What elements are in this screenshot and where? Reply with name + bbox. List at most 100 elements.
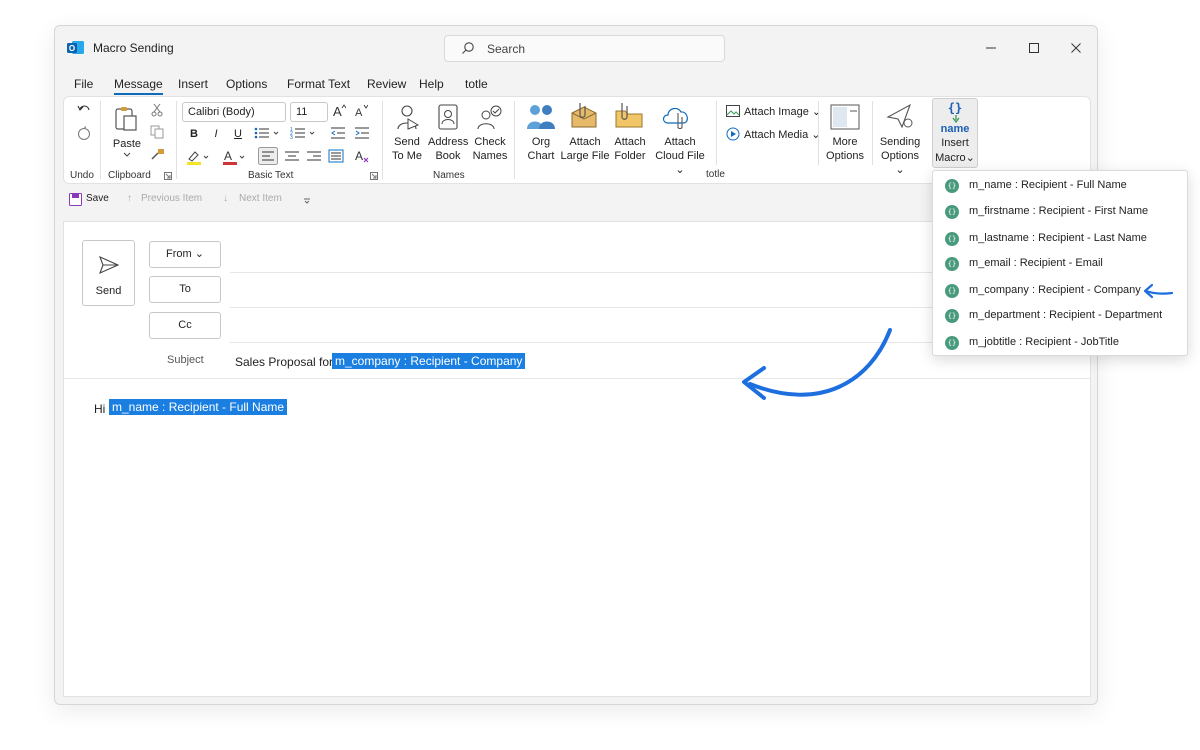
send-to-me-icon[interactable] — [394, 103, 420, 131]
macro-menu-item-label: m_jobtitle : Recipient - JobTitle — [969, 336, 1119, 348]
align-center-icon[interactable] — [284, 148, 300, 164]
more-options-button[interactable]: More Options — [824, 135, 866, 163]
macro-badge-icon: {} — [945, 257, 959, 271]
org-chart-icon[interactable] — [526, 101, 556, 131]
menu-options[interactable]: Options — [226, 77, 267, 91]
body-macro-token[interactable]: m_name : Recipient - Full Name — [109, 399, 288, 415]
align-right-icon[interactable] — [306, 148, 322, 164]
media-icon[interactable] — [726, 127, 740, 141]
cut-icon[interactable] — [150, 103, 164, 117]
address-book-icon[interactable] — [436, 103, 460, 131]
send-button[interactable]: Send — [82, 240, 135, 306]
attach-image-button[interactable]: Attach Image ⌄ — [744, 105, 821, 119]
menu-file[interactable]: File — [74, 77, 93, 91]
numbering-icon[interactable]: 123 — [290, 126, 318, 140]
attach-large-file-icon[interactable] — [568, 101, 600, 131]
menu-help[interactable]: Help — [419, 77, 444, 91]
address-book-button[interactable]: Address Book — [428, 135, 468, 163]
attach-media-label: Attach Media — [744, 129, 809, 141]
copy-icon[interactable] — [150, 125, 164, 139]
check-names-icon[interactable] — [476, 103, 504, 131]
clear-formatting-icon[interactable]: A — [354, 148, 370, 164]
close-icon[interactable] — [1066, 38, 1086, 58]
grow-font-icon[interactable]: A — [332, 103, 346, 119]
send-to-me-button[interactable]: Send To Me — [388, 135, 426, 163]
insert-macro-button[interactable]: {} name Insert Macro⌄ — [932, 98, 978, 168]
undo-icon[interactable] — [76, 103, 92, 117]
minimize-icon[interactable] — [981, 38, 1001, 58]
send-icon — [99, 255, 120, 275]
increase-indent-icon[interactable] — [354, 126, 370, 140]
justify-icon[interactable] — [328, 148, 344, 164]
macro-label: Macro⌄ — [935, 152, 975, 164]
menu-message[interactable]: Message — [114, 77, 163, 95]
totle-group-label: totle — [706, 169, 725, 180]
attach-image-label: Attach Image — [744, 106, 809, 118]
curved-arrow-icon — [742, 328, 892, 400]
attach-cloud-file-icon[interactable] — [660, 103, 692, 129]
italic-button[interactable]: I — [210, 127, 222, 141]
check-names-button[interactable]: Check Names — [470, 135, 510, 163]
menu-totle[interactable]: totle — [465, 77, 488, 91]
bold-button[interactable]: B — [188, 127, 200, 141]
save-icon[interactable] — [69, 193, 82, 206]
font-color-icon[interactable]: A — [222, 149, 248, 165]
attach-cloud-file-button[interactable]: Attach Cloud File ⌄ — [650, 135, 710, 177]
org-chart-button[interactable]: Org Chart — [522, 135, 560, 163]
menu-format-text[interactable]: Format Text — [287, 77, 350, 91]
subject-macro-token[interactable]: m_company : Recipient - Company — [332, 353, 526, 369]
align-left-icon[interactable] — [258, 147, 278, 165]
macro-menu-item-label: m_department : Recipient - Department — [969, 309, 1163, 321]
svg-text:O: O — [69, 44, 75, 53]
font-size-select[interactable]: 11 — [290, 102, 328, 122]
paste-icon[interactable] — [112, 105, 140, 133]
to-button[interactable]: To — [149, 276, 221, 303]
next-item-arrow-icon[interactable]: ↓ — [223, 193, 228, 204]
attach-media-button[interactable]: Attach Media ⌄ — [744, 128, 820, 142]
subject-field-line — [64, 378, 1090, 379]
next-item-button[interactable]: Next Item — [239, 193, 282, 204]
maximize-icon[interactable] — [1024, 38, 1044, 58]
shrink-font-icon[interactable]: A — [354, 103, 368, 119]
paste-label[interactable]: Paste — [110, 137, 144, 151]
attach-folder-button[interactable]: Attach Folder — [610, 135, 650, 163]
dialog-launcher-icon[interactable] — [370, 172, 378, 180]
menu-bar: File Message Insert Options Format Text … — [55, 74, 1097, 96]
more-options-label-1: More — [832, 136, 858, 148]
customize-icon[interactable] — [303, 198, 311, 204]
more-options-icon[interactable] — [830, 103, 860, 131]
macro-braces-icon: {} — [947, 101, 963, 115]
font-family-select[interactable]: Calibri (Body) — [182, 102, 286, 122]
sending-options-label-1: Sending — [879, 136, 921, 148]
pointer-arrow-icon — [1143, 283, 1174, 299]
sending-options-icon[interactable] — [884, 101, 916, 131]
more-options-label-2: Options — [826, 150, 864, 162]
search-placeholder: Search — [487, 42, 526, 56]
image-icon[interactable] — [726, 105, 740, 117]
attach-large-file-button[interactable]: Attach Large File — [560, 135, 610, 163]
search-input[interactable]: Search — [444, 35, 725, 62]
sending-options-button[interactable]: Sending Options ⌄ — [876, 135, 924, 177]
previous-item-button[interactable]: Previous Item — [141, 193, 202, 204]
previous-item-arrow-icon[interactable]: ↑ — [127, 193, 132, 204]
highlight-color-icon[interactable] — [186, 149, 212, 165]
menu-review[interactable]: Review — [367, 77, 406, 91]
message-body-text[interactable]: Hi — [94, 402, 105, 416]
macro-menu-item-label: m_email : Recipient - Email — [969, 257, 1103, 269]
macro-menu-item-label: m_company : Recipient - Company — [969, 284, 1141, 296]
cc-button[interactable]: Cc — [149, 312, 221, 339]
save-button[interactable]: Save — [86, 193, 109, 204]
menu-insert[interactable]: Insert — [178, 77, 208, 91]
chevron-down-icon[interactable] — [122, 151, 132, 159]
macro-menu-item-label: m_name : Recipient - Full Name — [969, 179, 1127, 191]
attach-folder-icon[interactable] — [614, 101, 644, 131]
format-painter-icon[interactable] — [150, 147, 166, 161]
subject-input[interactable]: Sales Proposal for — [235, 355, 333, 369]
bullets-icon[interactable] — [254, 126, 282, 140]
redo-icon[interactable] — [76, 125, 92, 141]
dialog-launcher-icon[interactable] — [164, 172, 172, 180]
macro-dropdown-menu: {} m_name : Recipient - Full Name {} m_fir… — [932, 170, 1188, 356]
decrease-indent-icon[interactable] — [330, 126, 346, 140]
underline-button[interactable]: U — [232, 127, 244, 141]
from-button[interactable]: From ⌄ — [149, 241, 221, 268]
